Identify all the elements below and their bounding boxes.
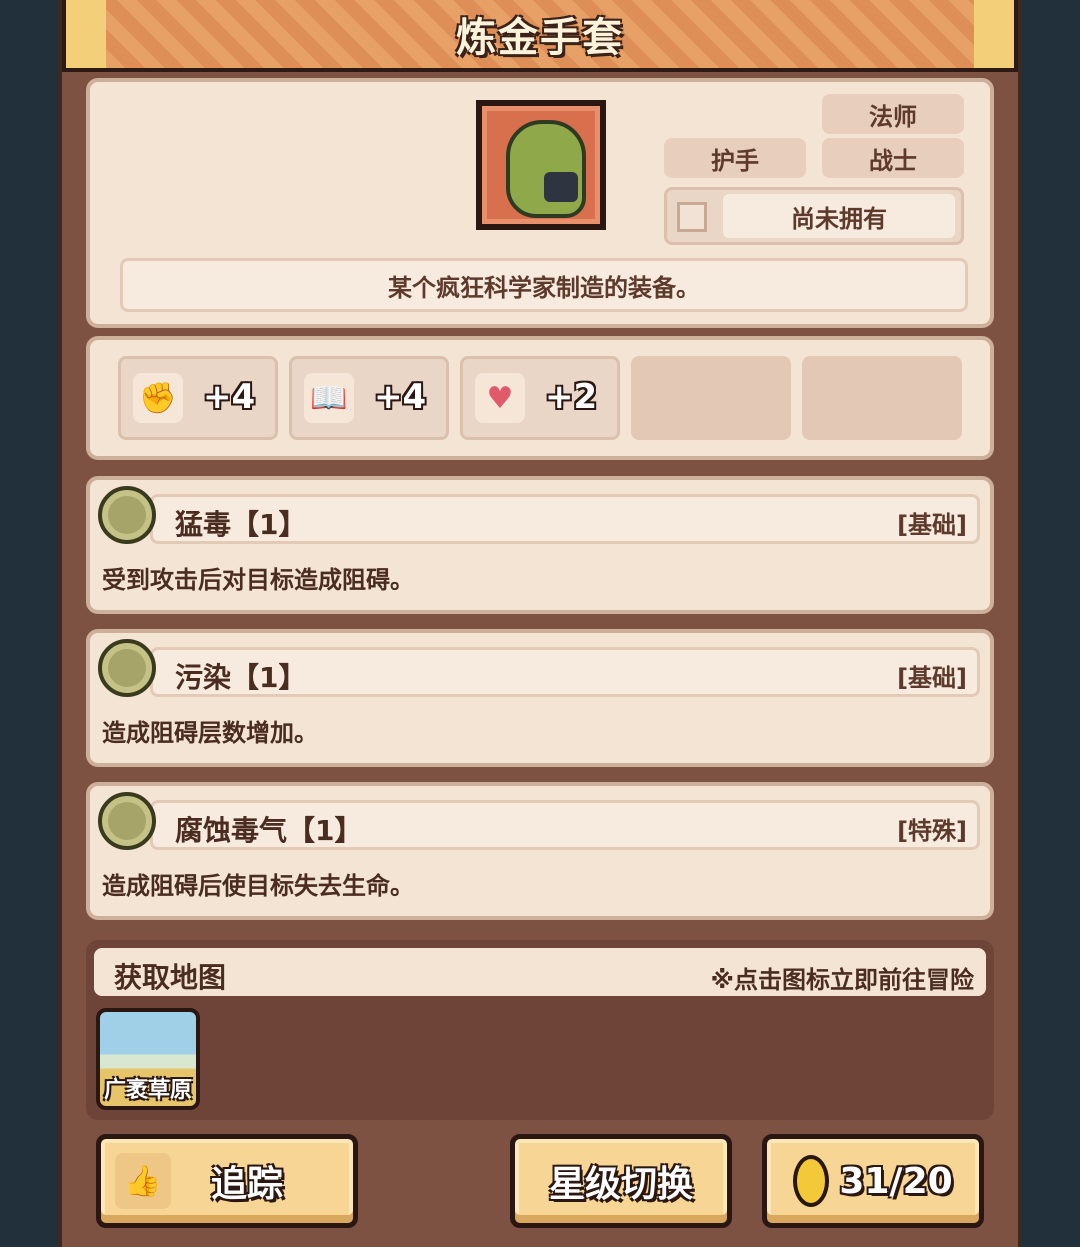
stat-value: +4 [203, 377, 256, 417]
stat-slot-empty [802, 356, 962, 440]
skill-card: 腐蚀毒气【1】 [特殊] 造成阻碍后使目标失去生命。 [86, 782, 994, 920]
ownership-row: 尚未拥有 [664, 187, 964, 245]
thumbs-up-icon: 👍 [115, 1153, 171, 1209]
stat-value: +2 [545, 377, 598, 417]
skill-type: [基础] [897, 511, 967, 539]
stat-slot-2: 📖 +4 [289, 356, 449, 440]
map-tile-label: 广袤草原 [103, 1078, 192, 1103]
alchemy-glove-icon [476, 100, 606, 230]
skill-header: 污染【1】 [基础] [150, 647, 980, 697]
skill-card: 污染【1】 [基础] 造成阻碍层数增加。 [86, 629, 994, 767]
cost-label: 31/20 [839, 1160, 953, 1202]
track-button-label: 追踪 [210, 1164, 283, 1205]
book-icon: 📖 [304, 373, 354, 423]
class-tag-warrior: 战士 [822, 138, 964, 178]
skill-name: 污染【1】 [175, 661, 307, 694]
upgrade-cost-button[interactable]: 31/20 [762, 1134, 984, 1228]
item-info-card: 法师 护手 战士 尚未拥有 某个疯狂科学家制造的装备。 [86, 78, 994, 328]
map-section-hint: ※点击图标立即前往冒险 [710, 966, 974, 994]
gold-gem-icon [793, 1155, 830, 1207]
right-frame [1016, 0, 1080, 1247]
fist-icon: ✊ [133, 373, 183, 423]
map-section-title: 获取地图 [114, 961, 227, 994]
glove-graphic [506, 120, 586, 218]
stat-value: +4 [374, 377, 427, 417]
stats-card: ✊ +4 📖 +4 ♥ +2 [86, 336, 994, 460]
skill-header: 猛毒【1】 [基础] [150, 494, 980, 544]
skill-header: 腐蚀毒气【1】 [特殊] [150, 800, 980, 850]
skill-description: 造成阻碍层数增加。 [102, 719, 318, 747]
track-button[interactable]: 👍 追踪 [96, 1134, 358, 1228]
ownership-icon [677, 202, 707, 232]
stat-slot-1: ✊ +4 [118, 356, 278, 440]
skill-card: 猛毒【1】 [基础] 受到攻击后对目标造成阻碍。 [86, 476, 994, 614]
slot-tag: 护手 [664, 138, 806, 178]
skill-description: 受到攻击后对目标造成阻碍。 [102, 566, 414, 594]
left-frame [0, 0, 64, 1247]
stat-slot-3: ♥ +2 [460, 356, 620, 440]
skill-badge-icon [98, 792, 156, 850]
item-description: 某个疯狂科学家制造的装备。 [120, 258, 968, 312]
title-bar: 炼金手套 [62, 0, 1018, 72]
skill-name: 猛毒【1】 [175, 508, 307, 541]
acquire-map-section: 获取地图 ※点击图标立即前往冒险 广袤草原 [86, 940, 994, 1120]
skill-badge-icon [98, 486, 156, 544]
skill-type: [特殊] [897, 817, 967, 845]
item-title: 炼金手套 [456, 15, 624, 61]
ownership-status: 尚未拥有 [723, 194, 955, 238]
map-tile-grassland[interactable]: 广袤草原 [96, 1008, 200, 1110]
skill-badge-icon [98, 639, 156, 697]
map-section-header: 获取地图 ※点击图标立即前往冒险 [94, 948, 986, 996]
skill-name: 腐蚀毒气【1】 [175, 814, 363, 847]
star-switch-button[interactable]: 星级切换 [510, 1134, 732, 1228]
skill-description: 造成阻碍后使目标失去生命。 [102, 872, 414, 900]
item-detail-panel: 炼金手套 法师 护手 战士 尚未拥有 某个疯狂科学家制造的装备。 ✊ +4 📖 … [62, 0, 1018, 1247]
class-tag-mage: 法师 [822, 94, 964, 134]
star-switch-label: 星级切换 [548, 1164, 693, 1205]
stat-slot-empty [631, 356, 791, 440]
skill-type: [基础] [897, 664, 967, 692]
heart-icon: ♥ [475, 373, 525, 423]
